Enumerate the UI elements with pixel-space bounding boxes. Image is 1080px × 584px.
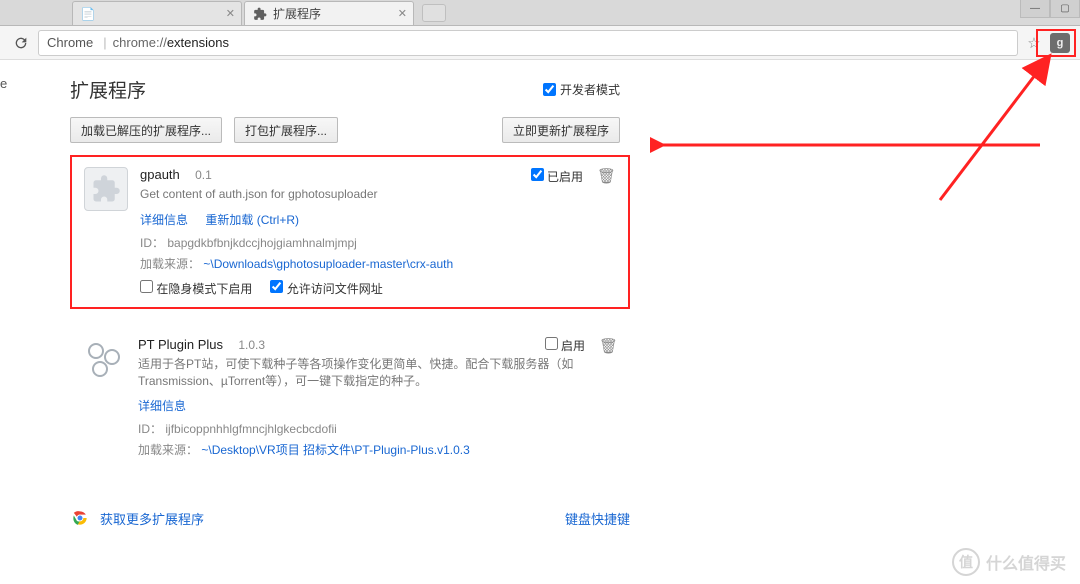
incognito-toggle[interactable]: 在隐身模式下启用 xyxy=(140,280,252,297)
update-now-button[interactable]: 立即更新扩展程序 xyxy=(502,117,620,143)
page-title: 扩展程序 xyxy=(70,76,146,103)
watermark-text: 什么值得买 xyxy=(986,550,1066,574)
enable-toggle[interactable]: 启用 xyxy=(545,337,585,354)
incognito-checkbox[interactable] xyxy=(140,280,153,293)
url-host: chrome:// xyxy=(113,35,167,50)
chrome-icon xyxy=(70,508,90,528)
extension-description: 适用于各PT站，可使下载种子等各项操作变化更简单、快捷。配合下载服务器（如Tra… xyxy=(138,356,618,390)
extension-name: PT Plugin Plus xyxy=(138,337,223,352)
tab-strip: 📄 ✕ 扩展程序 ✕ — ▢ xyxy=(0,0,1080,26)
gpauth-extension-button[interactable]: g xyxy=(1050,33,1070,53)
keyboard-shortcuts-link[interactable]: 键盘快捷键 xyxy=(565,509,630,528)
browser-tab-2[interactable]: 扩展程序 ✕ xyxy=(244,1,414,25)
watermark-badge: 值 xyxy=(952,548,980,576)
extension-id: bapgdkbfbnjkdccjhojgiamhnalmjmpj xyxy=(167,236,356,250)
url-path: extensions xyxy=(167,35,229,50)
browser-tab-1[interactable]: 📄 ✕ xyxy=(72,1,242,25)
details-link[interactable]: 详细信息 xyxy=(140,213,188,227)
page-content: e 扩展程序 开发者模式 加载已解压的扩展程序... 打包扩展程序... 立即更… xyxy=(0,60,1080,548)
watermark: 值 什么值得买 xyxy=(952,548,1066,576)
enable-checkbox[interactable] xyxy=(545,337,558,350)
allow-file-checkbox[interactable] xyxy=(270,280,283,293)
close-icon[interactable]: ✕ xyxy=(226,7,235,20)
extension-version: 1.0.3 xyxy=(238,338,265,352)
id-label: ID： xyxy=(140,236,164,250)
load-unpacked-button[interactable]: 加载已解压的扩展程序... xyxy=(70,117,222,143)
source-path-link[interactable]: ~\Downloads\gphotosuploader-master\crx-a… xyxy=(203,257,453,271)
extension-id: ijfbicoppnhhlgfmncjhlgkecbcdofii xyxy=(165,422,336,436)
trash-icon[interactable]: 🗑 xyxy=(597,167,616,185)
puzzle-icon xyxy=(253,7,267,21)
footer-row: 获取更多扩展程序 键盘快捷键 xyxy=(70,508,630,528)
get-more-extensions-link[interactable]: 获取更多扩展程序 xyxy=(100,509,204,528)
source-label: 加载来源： xyxy=(140,257,200,271)
tab-title: 扩展程序 xyxy=(273,5,321,22)
allow-file-toggle[interactable]: 允许访问文件网址 xyxy=(270,280,382,297)
extension-version: 0.1 xyxy=(195,168,212,182)
details-link[interactable]: 详细信息 xyxy=(138,399,186,413)
sidebar-label: e xyxy=(0,76,7,91)
enabled-checkbox[interactable] xyxy=(531,168,544,181)
maximize-button[interactable]: ▢ xyxy=(1050,0,1080,18)
source-path-link[interactable]: ~\Desktop\VR项目 招标文件\PT-Plugin-Plus.v1.0.… xyxy=(201,443,469,457)
reload-link[interactable]: 重新加载 (Ctrl+R) xyxy=(205,213,299,227)
extension-name: gpauth xyxy=(140,167,180,182)
bookmark-star-icon[interactable]: ☆ xyxy=(1024,34,1044,52)
source-label: 加载来源： xyxy=(138,443,198,457)
new-tab-button[interactable] xyxy=(422,4,446,22)
minimize-button[interactable]: — xyxy=(1020,0,1050,18)
extension-description: Get content of auth.json for gphotosuplo… xyxy=(140,186,616,203)
reload-button[interactable] xyxy=(10,32,32,54)
window-controls: — ▢ xyxy=(1020,0,1080,18)
extension-card-ptplugin: PT Plugin Plus 1.0.3 适用于各PT站，可使下载种子等各项操作… xyxy=(70,327,630,469)
pack-extension-button[interactable]: 打包扩展程序... xyxy=(234,117,338,143)
extension-card-gpauth: gpauth 0.1 Get content of auth.json for … xyxy=(70,155,630,309)
trash-icon[interactable]: 🗑 xyxy=(599,337,618,355)
tab-favicon: 📄 xyxy=(81,7,95,21)
developer-mode-checkbox[interactable] xyxy=(543,83,556,96)
url-input[interactable]: Chrome | chrome://extensions xyxy=(38,30,1018,56)
enabled-toggle[interactable]: 已启用 xyxy=(531,168,583,185)
url-scheme: Chrome xyxy=(47,35,93,50)
close-icon[interactable]: ✕ xyxy=(398,7,407,20)
address-bar: Chrome | chrome://extensions ☆ g xyxy=(0,26,1080,60)
developer-mode-toggle[interactable]: 开发者模式 xyxy=(543,81,620,98)
puzzle-icon xyxy=(84,167,128,211)
id-label: ID： xyxy=(138,422,162,436)
extension-icon xyxy=(82,337,126,381)
